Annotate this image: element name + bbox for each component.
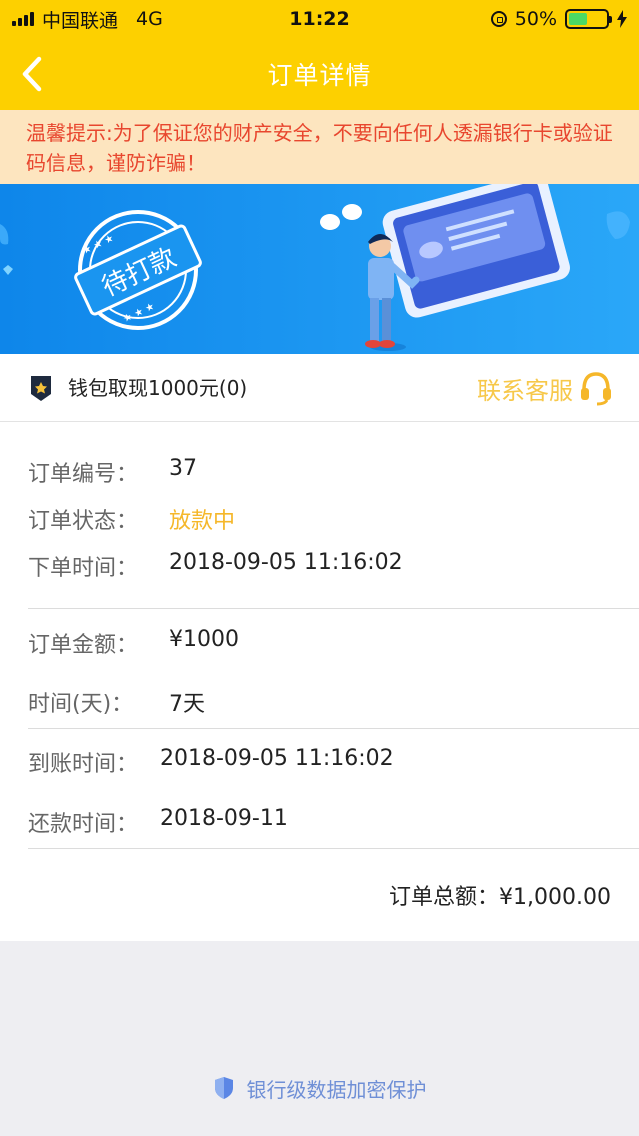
contact-service-label: 联系客服 [477,376,573,405]
security-warning: 温馨提示:为了保证您的财产安全，不要向任何人透漏银行卡或验证码信息，谨防诈骗！ [0,110,639,184]
order-amount-value: ¥1000 [169,627,239,652]
signal-icon [12,12,34,26]
status-bar-right: 50% [490,8,627,30]
wallet-withdraw-label: 钱包取现1000元(0) [68,376,248,400]
repay-time-label: 还款时间： [28,812,139,837]
order-total-label: 订单总额： [389,885,500,910]
battery-percent: 50% [514,8,557,30]
divider [28,608,639,609]
order-time-label: 下单时间： [28,556,139,581]
charging-icon [617,10,627,28]
divider [28,728,639,729]
order-number-row: 订单编号： 37 [28,456,197,488]
rotation-lock-icon [490,11,507,27]
order-status-value: 放款中 [169,509,236,534]
battery-icon [565,9,612,29]
order-status-banner: ★ ★ ★ ★ ★ ★ 待打款 [0,184,639,354]
order-amount-label: 订单金额： [28,633,139,658]
status-stamp-text: 待打款 [97,242,181,303]
order-time-row: 下单时间： 2018-09-05 11:16:02 [28,550,403,582]
repay-time-row: 还款时间： 2018-09-11 [28,806,288,838]
order-details: 订单编号： 37 订单状态： 放款中 下单时间： 2018-09-05 11:1… [0,422,639,941]
term-days-row: 时间(天)： 7天 [28,686,205,718]
order-number-value: 37 [169,456,197,481]
order-amount-row: 订单金额： ¥1000 [28,627,239,659]
order-total-value: ¥1,000.00 [499,885,611,910]
order-time-value: 2018-09-05 11:16:02 [169,550,403,575]
security-shield-icon [214,1077,233,1099]
status-bar-left: 中国联通 4G [12,6,163,33]
network-label: 4G [136,8,163,30]
arrival-time-row: 到账时间： 2018-09-05 11:16:02 [28,746,394,778]
term-days-label: 时间(天)： [28,692,134,717]
wallet-shield-icon [31,376,51,401]
arrival-time-label: 到账时间： [28,752,139,777]
carrier-label: 中国联通 [42,9,119,32]
order-number-label: 订单编号： [28,462,139,487]
back-button[interactable] [10,50,54,98]
order-total: 订单总额：¥1,000.00 [389,879,611,911]
headset-icon [581,372,611,406]
term-days-value: 7天 [169,692,205,717]
page-title: 订单详情 [267,61,372,90]
contact-service-button[interactable]: 联系客服 [477,354,613,422]
wallet-row: 钱包取现1000元(0) 联系客服 [0,354,639,422]
arrival-time-value: 2018-09-05 11:16:02 [160,746,394,771]
security-footer-text: 银行级数据加密保护 [246,1077,427,1102]
nav-bar: 订单详情 [0,38,639,110]
order-status-row: 订单状态： 放款中 [28,503,235,535]
status-bar: 中国联通 4G 11:22 50% [0,0,639,38]
chevron-left-icon [22,56,42,92]
divider [28,848,639,849]
status-stamp: 待打款 [70,212,206,328]
order-status-label: 订单状态： [28,509,139,534]
security-footer: 银行级数据加密保护 [0,1068,639,1108]
repay-time-value: 2018-09-11 [160,806,288,831]
